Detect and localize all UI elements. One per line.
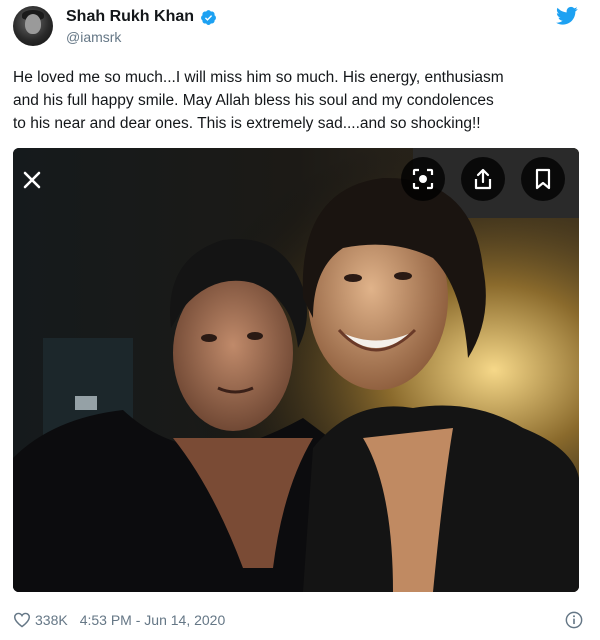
- photo-illustration: [13, 148, 579, 592]
- author-handle[interactable]: @iamsrk: [66, 29, 121, 45]
- avatar[interactable]: [13, 6, 53, 46]
- tweet-footer: 338K 4:53 PM - Jun 14, 2020: [13, 611, 585, 629]
- tweet-text-line: to his near and dear ones. This is extre…: [13, 115, 481, 132]
- tweet-photo[interactable]: [13, 148, 579, 592]
- heart-icon[interactable]: [13, 612, 31, 628]
- twitter-bird-icon[interactable]: [556, 6, 578, 26]
- author-name-row: Shah Rukh Khan: [66, 8, 217, 26]
- author-display-name[interactable]: Shah Rukh Khan: [66, 8, 194, 26]
- share-icon: [474, 168, 492, 190]
- like-count[interactable]: 338K: [35, 612, 68, 628]
- tweet-text-line: and his full happy smile. May Allah bles…: [13, 92, 494, 109]
- close-button[interactable]: [17, 165, 47, 195]
- visual-search-icon: [412, 168, 434, 190]
- bookmark-button[interactable]: [521, 157, 565, 201]
- tweet-card: Shah Rukh Khan @iamsrk He loved me so mu…: [0, 0, 600, 640]
- share-button[interactable]: [461, 157, 505, 201]
- close-icon: [23, 171, 41, 189]
- tweet-text-line: He loved me so much...I will miss him so…: [13, 69, 504, 86]
- verified-badge-icon: [201, 9, 216, 25]
- info-icon[interactable]: [565, 611, 583, 629]
- tweet-text: He loved me so much...I will miss him so…: [13, 66, 585, 135]
- bookmark-icon: [535, 168, 551, 190]
- visual-search-button[interactable]: [401, 157, 445, 201]
- tweet-timestamp[interactable]: 4:53 PM - Jun 14, 2020: [80, 612, 226, 628]
